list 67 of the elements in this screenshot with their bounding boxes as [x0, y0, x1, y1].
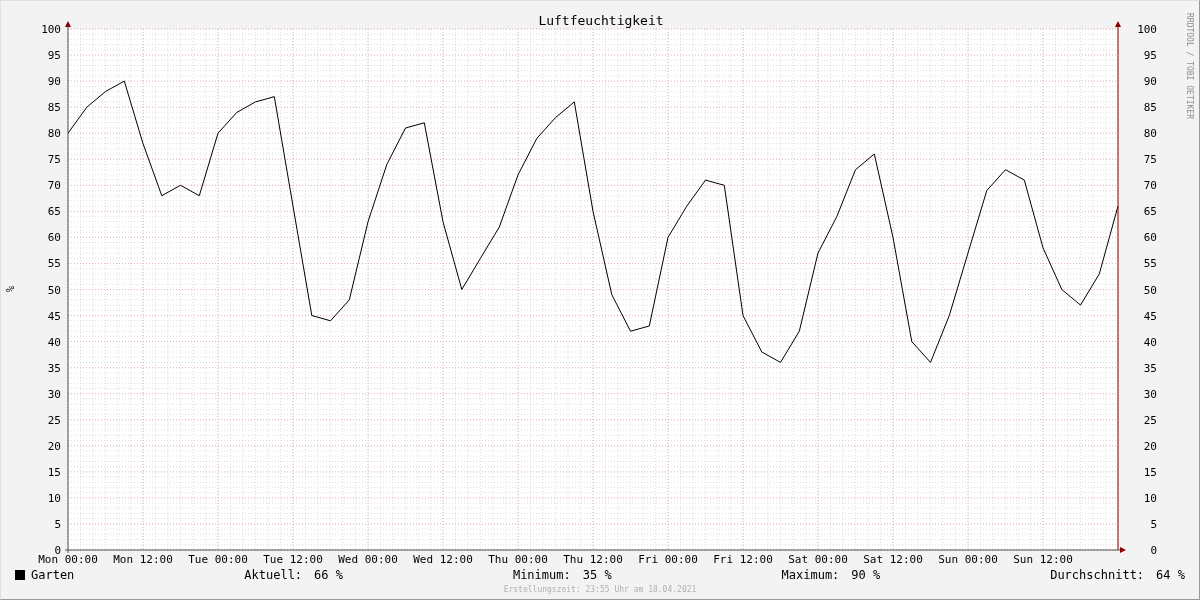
stat-value: 35 % [582, 568, 612, 582]
x-tick-label: Mon 12:00 [113, 553, 173, 565]
y-tick-label: 85 [1143, 101, 1157, 115]
y-tick-label: 60 [47, 231, 61, 245]
x-tick-label: Wed 12:00 [413, 553, 473, 565]
stat-value: 66 % [314, 568, 343, 582]
x-tick-label: Sat 12:00 [863, 553, 923, 565]
y-tick-label: 95 [47, 49, 61, 63]
y-tick-label: 10 [1143, 491, 1157, 505]
x-tick-label: Thu 00:00 [488, 553, 548, 565]
y-tick-label: 75 [1143, 153, 1157, 167]
y-tick-label: 90 [47, 75, 61, 89]
y-tick-label: 95 [1143, 49, 1157, 63]
chart-title: Luftfeuchtigkeit [538, 13, 664, 28]
x-tick-label: Tue 00:00 [188, 553, 248, 565]
y-tick-label: 25 [47, 413, 61, 427]
y-tick-label: 30 [47, 387, 61, 401]
x-tick-label: Sat 00:00 [788, 553, 848, 565]
y-tick-label: 90 [1143, 75, 1157, 89]
y-tick-label: 15 [47, 465, 61, 479]
stat-value: 64 % [1156, 568, 1185, 582]
stat-label: Maximum: [781, 568, 840, 582]
y-tick-label: 55 [47, 257, 61, 271]
y-tick-label: 50 [47, 283, 61, 297]
y-tick-label: 20 [47, 439, 61, 453]
stat-value: 90 % [851, 568, 881, 582]
stat-label: Aktuell: [244, 568, 303, 582]
y-tick-label: 45 [1143, 309, 1157, 323]
legend-series-name: Garten [31, 568, 75, 582]
y-tick-label: 15 [1143, 465, 1157, 479]
x-tick-label: Thu 12:00 [563, 553, 623, 565]
y-tick-label: 40 [47, 335, 61, 349]
x-tick-label: Fri 00:00 [638, 553, 698, 565]
x-tick-label: Tue 12:00 [263, 553, 323, 565]
y-tick-label: 80 [47, 127, 61, 141]
x-tick-label: Sun 12:00 [1013, 553, 1073, 565]
y-tick-label: 0 [1150, 544, 1157, 557]
y-tick-label: 5 [54, 517, 61, 531]
creation-time-text: Erstellungszeit: 23:55 Uhr am 18.04.2021 [503, 585, 697, 596]
y-tick-label: 65 [1143, 205, 1157, 219]
y-tick-label: 85 [47, 101, 61, 115]
y-tick-label: 5 [1150, 517, 1157, 531]
vertical-credit-text: RRDTOOL / TOBI OETIKER [1185, 13, 1194, 119]
x-tick-label: Wed 00:00 [338, 553, 398, 565]
y-tick-label: 100 [41, 23, 61, 36]
stat-label: Minimum: [512, 568, 571, 582]
y-tick-label: 25 [1143, 413, 1157, 427]
y-tick-label: 80 [1143, 127, 1157, 141]
y-tick-label: 100 [1137, 23, 1157, 36]
x-tick-label: Sun 00:00 [938, 553, 998, 565]
y-tick-label: 65 [47, 205, 61, 219]
stat-label: Durchschnitt: [1050, 568, 1145, 582]
y-axis-label: % [5, 286, 16, 292]
y-tick-label: 20 [1143, 439, 1157, 453]
y-tick-label: 40 [1143, 335, 1157, 349]
y-tick-label: 30 [1143, 387, 1157, 401]
y-tick-label: 60 [1143, 231, 1157, 245]
y-tick-label: 75 [47, 153, 61, 167]
y-tick-label: 35 [47, 361, 61, 375]
x-tick-label: Fri 12:00 [713, 553, 773, 565]
y-tick-label: 35 [1143, 361, 1157, 375]
y-tick-label: 70 [47, 179, 61, 193]
y-tick-label: 70 [1143, 179, 1157, 193]
y-tick-label: 10 [47, 491, 61, 505]
y-tick-label: 55 [1143, 257, 1157, 271]
y-tick-label: 45 [47, 309, 61, 323]
y-tick-label: 50 [1143, 283, 1157, 297]
